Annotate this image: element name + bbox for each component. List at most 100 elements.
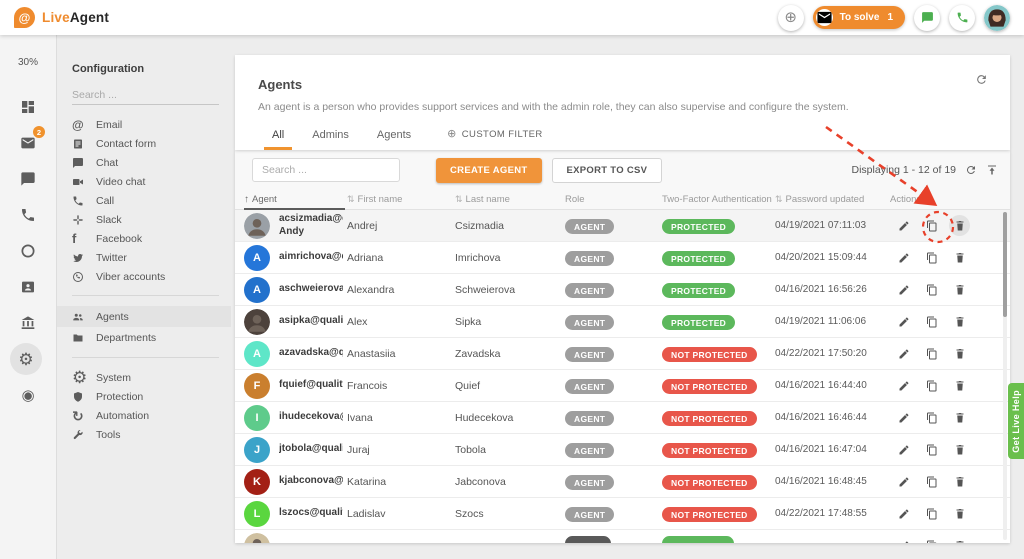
table-search-input[interactable] (252, 158, 400, 182)
sidebar-item-contact-form[interactable]: Contact form (72, 134, 235, 153)
rail-dashboard-button[interactable] (10, 89, 46, 125)
delete-agent-button[interactable] (949, 535, 970, 543)
sidebar-item-slack[interactable]: Slack (72, 210, 235, 229)
sidebar-item-departments[interactable]: Departments (72, 327, 235, 348)
table-row[interactable] (235, 530, 1010, 543)
delete-agent-button[interactable] (949, 311, 970, 332)
sidebar-item-agents[interactable]: Agents (57, 306, 231, 327)
edit-agent-button[interactable] (893, 375, 914, 396)
column-header-first-name[interactable]: ⇅First name (347, 194, 455, 205)
duplicate-agent-button[interactable] (921, 407, 942, 428)
custom-filter-button[interactable]: ⊕ CUSTOM FILTER (425, 129, 552, 150)
add-button[interactable]: ⊕ (778, 5, 804, 31)
delete-agent-button[interactable] (949, 343, 970, 364)
scroll-top-icon[interactable] (986, 164, 998, 176)
column-header-role[interactable]: Role (565, 194, 662, 205)
export-csv-button[interactable]: EXPORT TO CSV (552, 158, 663, 183)
column-header-actions[interactable]: Actions (890, 194, 1010, 205)
tab-admins[interactable]: Admins (298, 129, 363, 150)
column-header-two-factor-authentication[interactable]: Two-Factor Authentication (662, 194, 775, 205)
to-solve-button[interactable]: To solve 1 (813, 6, 905, 29)
sidebar-item-label: Twitter (96, 252, 127, 264)
edit-agent-button[interactable] (893, 471, 914, 492)
page-description: An agent is a person who provides suppor… (235, 92, 1010, 113)
edit-icon (898, 444, 910, 456)
rail-phone-button[interactable] (10, 197, 46, 233)
rail-clock-button[interactable] (10, 233, 46, 269)
delete-agent-button[interactable] (949, 247, 970, 268)
sidebar-item-twitter[interactable]: Twitter (72, 248, 235, 267)
two-factor-cell (662, 536, 775, 544)
table-row[interactable]: Aaimrichova@qualiAdrianaImrichovaAGENTPR… (235, 242, 1010, 274)
delete-agent-button[interactable] (949, 215, 970, 236)
delete-agent-button[interactable] (949, 471, 970, 492)
duplicate-agent-button[interactable] (921, 439, 942, 460)
delete-agent-button[interactable] (949, 279, 970, 300)
duplicate-agent-button[interactable] (921, 343, 942, 364)
table-row[interactable]: asipka@qualityunAlexSipkaAGENTPROTECTED0… (235, 306, 1010, 338)
column-header-agent[interactable]: ↑Agent (244, 194, 347, 205)
rail-target-button[interactable]: ◉ (10, 377, 46, 413)
chats-button[interactable] (914, 5, 940, 31)
rail-gear-button[interactable]: ⚙ (10, 343, 42, 375)
rail-bank-button[interactable] (10, 305, 46, 341)
sidebar-item-system[interactable]: ⚙System (72, 368, 235, 387)
edit-agent-button[interactable] (893, 215, 914, 236)
duplicate-agent-button[interactable] (921, 375, 942, 396)
rail-mail-button[interactable]: 2 (10, 125, 46, 161)
column-header-last-name[interactable]: ⇅Last name (455, 194, 565, 205)
two-factor-cell: NOT PROTECTED (662, 409, 775, 427)
edit-agent-button[interactable] (893, 279, 914, 300)
table-scrollbar-thumb[interactable] (1003, 212, 1007, 317)
table-row[interactable]: Jjtobola@qualityurJurajTobolaAGENTNOT PR… (235, 434, 1010, 466)
duplicate-agent-button[interactable] (921, 311, 942, 332)
edit-agent-button[interactable] (893, 439, 914, 460)
table-row[interactable]: acsizmadia@qualAndyAndrejCsizmadiaAGENTP… (235, 210, 1010, 242)
get-live-help-button[interactable]: Get Live Help (1008, 383, 1024, 459)
rail-contacts-button[interactable] (10, 269, 46, 305)
table-row[interactable]: Kkjabconova@qualKatarinaJabconovaAGENTNO… (235, 466, 1010, 498)
sidebar-item-facebook[interactable]: fFacebook (72, 229, 235, 248)
refresh-icon[interactable] (975, 73, 988, 86)
user-avatar[interactable] (984, 5, 1010, 31)
sidebar-item-automation[interactable]: ↻Automation (72, 406, 235, 425)
delete-agent-button[interactable] (949, 375, 970, 396)
duplicate-agent-button[interactable] (921, 471, 942, 492)
sidebar-item-video-chat[interactable]: Video chat (72, 172, 235, 191)
duplicate-agent-button[interactable] (921, 247, 942, 268)
edit-agent-button[interactable] (893, 343, 914, 364)
edit-agent-button[interactable] (893, 535, 914, 543)
edit-agent-button[interactable] (893, 247, 914, 268)
sidebar-item-chat[interactable]: Chat (72, 153, 235, 172)
edit-agent-button[interactable] (893, 503, 914, 524)
table-row[interactable]: Aaschweierova@quAlexandraSchweierovaAGEN… (235, 274, 1010, 306)
table-row[interactable]: Aazavadska@qualiAnastasiiaZavadskaAGENTN… (235, 338, 1010, 370)
delete-agent-button[interactable] (949, 407, 970, 428)
duplicate-agent-button[interactable] (921, 215, 942, 236)
tab-all[interactable]: All (258, 129, 298, 150)
sidebar-item-call[interactable]: Call (72, 191, 235, 210)
table-row[interactable]: Iihudecekova@quaIvanaHudecekovaAGENTNOT … (235, 402, 1010, 434)
sidebar-item-viber-accounts[interactable]: Viber accounts (72, 267, 235, 286)
edit-agent-button[interactable] (893, 407, 914, 428)
column-header-password-updated[interactable]: ⇅Password updated (775, 194, 890, 205)
edit-agent-button[interactable] (893, 311, 914, 332)
sidebar-item-protection[interactable]: Protection (72, 387, 235, 406)
duplicate-agent-button[interactable] (921, 535, 942, 543)
chat-icon (20, 171, 36, 187)
duplicate-agent-button[interactable] (921, 279, 942, 300)
calls-button[interactable] (949, 5, 975, 31)
table-row[interactable]: Ffquief@qualityuniFrancoisQuiefAGENTNOT … (235, 370, 1010, 402)
duplicate-agent-button[interactable] (921, 503, 942, 524)
rail-chat-button[interactable] (10, 161, 46, 197)
create-agent-button[interactable]: CREATE AGENT (436, 158, 542, 183)
delete-agent-button[interactable] (949, 439, 970, 460)
tab-agents[interactable]: Agents (363, 129, 425, 150)
agent-initial-avatar: A (244, 341, 270, 367)
delete-agent-button[interactable] (949, 503, 970, 524)
sidebar-item-tools[interactable]: Tools (72, 425, 235, 444)
sidebar-item-email[interactable]: @Email (72, 115, 235, 134)
sidebar-search-input[interactable] (72, 86, 219, 105)
refresh-icon[interactable] (965, 164, 977, 176)
table-row[interactable]: Llszocs@qualityunLadislavSzocsAGENTNOT P… (235, 498, 1010, 530)
